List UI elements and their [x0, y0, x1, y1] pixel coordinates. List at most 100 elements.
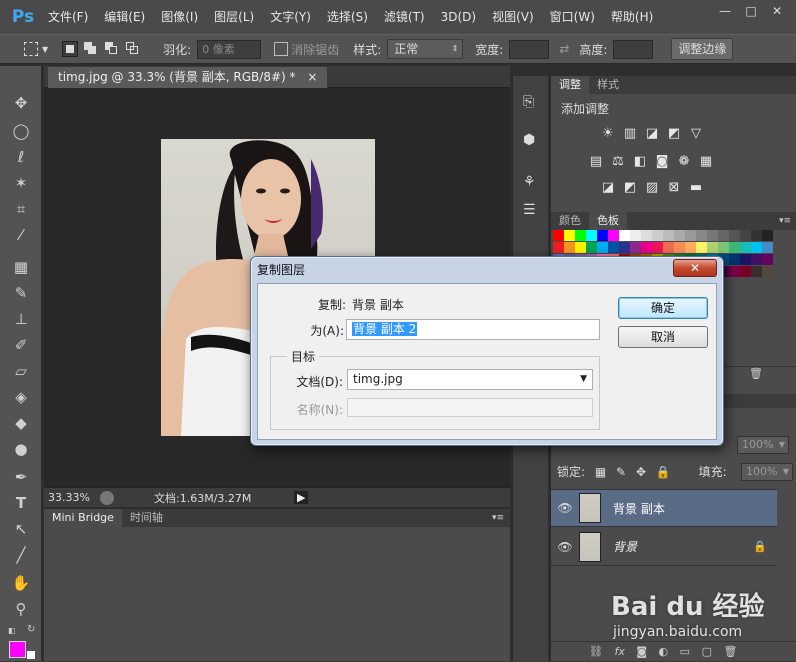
- color-swatch[interactable]: [564, 242, 575, 253]
- ellipse-marquee-icon[interactable]: ◯: [10, 120, 32, 142]
- color-swatch[interactable]: [575, 242, 586, 253]
- stamp-icon[interactable]: ⊥: [10, 308, 32, 330]
- lock-transparent-icon[interactable]: ▦: [595, 465, 606, 479]
- color-swatch[interactable]: [740, 230, 751, 241]
- bw-icon[interactable]: ◧: [632, 155, 648, 169]
- color-swatch[interactable]: [751, 242, 762, 253]
- tab-styles[interactable]: 样式: [589, 76, 627, 94]
- maximize-button[interactable]: □: [738, 0, 764, 22]
- color-swatch[interactable]: [729, 266, 740, 277]
- color-swatch[interactable]: [564, 230, 575, 241]
- tab-adjustments[interactable]: 调整: [551, 76, 589, 94]
- vibrance-icon[interactable]: ▽: [688, 127, 704, 141]
- photo-filter-icon[interactable]: ◙: [654, 155, 670, 169]
- color-swatch[interactable]: [630, 230, 641, 241]
- cancel-button[interactable]: 取消: [618, 326, 708, 348]
- color-swatch[interactable]: [619, 242, 630, 253]
- menu-window[interactable]: 窗口(W): [542, 0, 603, 34]
- crop-icon[interactable]: ⌗: [10, 198, 32, 220]
- color-swatch[interactable]: [575, 230, 586, 241]
- hand-icon[interactable]: ✋: [10, 572, 32, 594]
- eyedropper-icon[interactable]: ⁄: [10, 224, 32, 246]
- eye-icon[interactable]: 👁: [551, 501, 579, 515]
- lasso-icon[interactable]: ℓ: [10, 146, 32, 168]
- layer-name[interactable]: 背景 副本: [613, 500, 665, 517]
- color-swatch[interactable]: [652, 242, 663, 253]
- color-swatch[interactable]: [729, 242, 740, 253]
- color-swatch[interactable]: [652, 230, 663, 241]
- intersect-selection-icon[interactable]: [125, 41, 141, 57]
- menu-3d[interactable]: 3D(D): [433, 0, 484, 34]
- zoom-icon[interactable]: ⚲: [10, 598, 32, 620]
- color-swatch[interactable]: [586, 230, 597, 241]
- swap-icon[interactable]: ⇄: [559, 39, 569, 59]
- lock-position-icon[interactable]: ✥: [636, 465, 646, 479]
- levels-icon[interactable]: ▥: [622, 127, 638, 141]
- fill-value[interactable]: 100% ▼: [741, 463, 793, 481]
- color-swatch[interactable]: [608, 230, 619, 241]
- paint-bucket-icon[interactable]: ◈: [10, 386, 32, 408]
- minimize-button[interactable]: —: [712, 0, 738, 22]
- panel-menu-icon[interactable]: ▾≡: [492, 509, 504, 527]
- width-input[interactable]: [509, 39, 550, 59]
- lock-pixels-icon[interactable]: ✎: [616, 465, 626, 479]
- tab-color[interactable]: 颜色: [551, 212, 589, 230]
- color-swatch[interactable]: [718, 230, 729, 241]
- color-swatch[interactable]: [641, 242, 652, 253]
- swap-colors-icon[interactable]: ↻: [27, 624, 35, 635]
- color-swatch[interactable]: [718, 242, 729, 253]
- color-swatch[interactable]: [630, 242, 641, 253]
- menu-help[interactable]: 帮助(H): [603, 0, 661, 34]
- posterize-icon[interactable]: ◩: [622, 181, 638, 195]
- color-swatch[interactable]: [696, 242, 707, 253]
- invert-icon[interactable]: ◪: [600, 181, 616, 195]
- status-arrow-icon[interactable]: ▶: [294, 491, 309, 504]
- color-swatch[interactable]: [663, 242, 674, 253]
- lock-all-icon[interactable]: 🔒: [656, 465, 671, 479]
- curves-icon[interactable]: ◪: [644, 127, 660, 141]
- move-tool-icon[interactable]: ✥: [10, 92, 32, 114]
- layer-row-background[interactable]: 👁 背景 🔒: [551, 528, 777, 566]
- height-input[interactable]: [613, 39, 654, 59]
- background-color-swatch[interactable]: [26, 650, 36, 660]
- tab-swatches[interactable]: 色板: [589, 212, 627, 230]
- new-selection-icon[interactable]: [62, 41, 79, 57]
- pen-icon[interactable]: ✒: [10, 466, 32, 488]
- eye-icon[interactable]: 👁: [551, 540, 579, 554]
- color-swatch[interactable]: [619, 230, 630, 241]
- trash-icon[interactable]: 🗑: [749, 367, 763, 380]
- color-swatch[interactable]: [663, 230, 674, 241]
- color-swatch[interactable]: [751, 230, 762, 241]
- blur-icon[interactable]: ◆: [10, 412, 32, 434]
- subtract-selection-icon[interactable]: [104, 41, 120, 57]
- color-swatch[interactable]: [740, 254, 751, 265]
- color-swatch[interactable]: [597, 230, 608, 241]
- balance-icon[interactable]: ⚖: [610, 155, 626, 169]
- color-swatch[interactable]: [685, 230, 696, 241]
- history-brush-icon[interactable]: ✐: [10, 334, 32, 356]
- color-swatch[interactable]: [707, 242, 718, 253]
- selective-color-icon[interactable]: ⊠: [666, 181, 682, 195]
- color-swatch[interactable]: [608, 242, 619, 253]
- color-swatch[interactable]: [696, 230, 707, 241]
- antialias-checkbox[interactable]: [274, 42, 289, 56]
- document-tab[interactable]: timg.jpg @ 33.3% (背景 副本, RGB/8#) * ×: [48, 67, 328, 88]
- magic-wand-icon[interactable]: ✶: [10, 172, 32, 194]
- document-select[interactable]: timg.jpg ▼: [347, 369, 593, 390]
- properties-icon[interactable]: ☰: [523, 202, 536, 218]
- color-swatch[interactable]: [674, 242, 685, 253]
- color-swatch[interactable]: [685, 242, 696, 253]
- color-swatch[interactable]: [586, 242, 597, 253]
- menu-type[interactable]: 文字(Y): [262, 0, 319, 34]
- line-icon[interactable]: ╱: [10, 544, 32, 566]
- dialog-close-button[interactable]: ✕: [673, 259, 717, 277]
- 3d-icon[interactable]: ⬢: [523, 132, 535, 148]
- color-swatch[interactable]: [751, 254, 762, 265]
- panel-menu-icon[interactable]: ▾≡: [779, 212, 791, 230]
- color-swatch[interactable]: [740, 242, 751, 253]
- exposure-icon[interactable]: ◩: [666, 127, 682, 141]
- color-swatch[interactable]: [762, 242, 773, 253]
- menu-layer[interactable]: 图层(L): [206, 0, 262, 34]
- color-swatch[interactable]: [729, 254, 740, 265]
- healing-brush-icon[interactable]: ▦: [10, 256, 32, 278]
